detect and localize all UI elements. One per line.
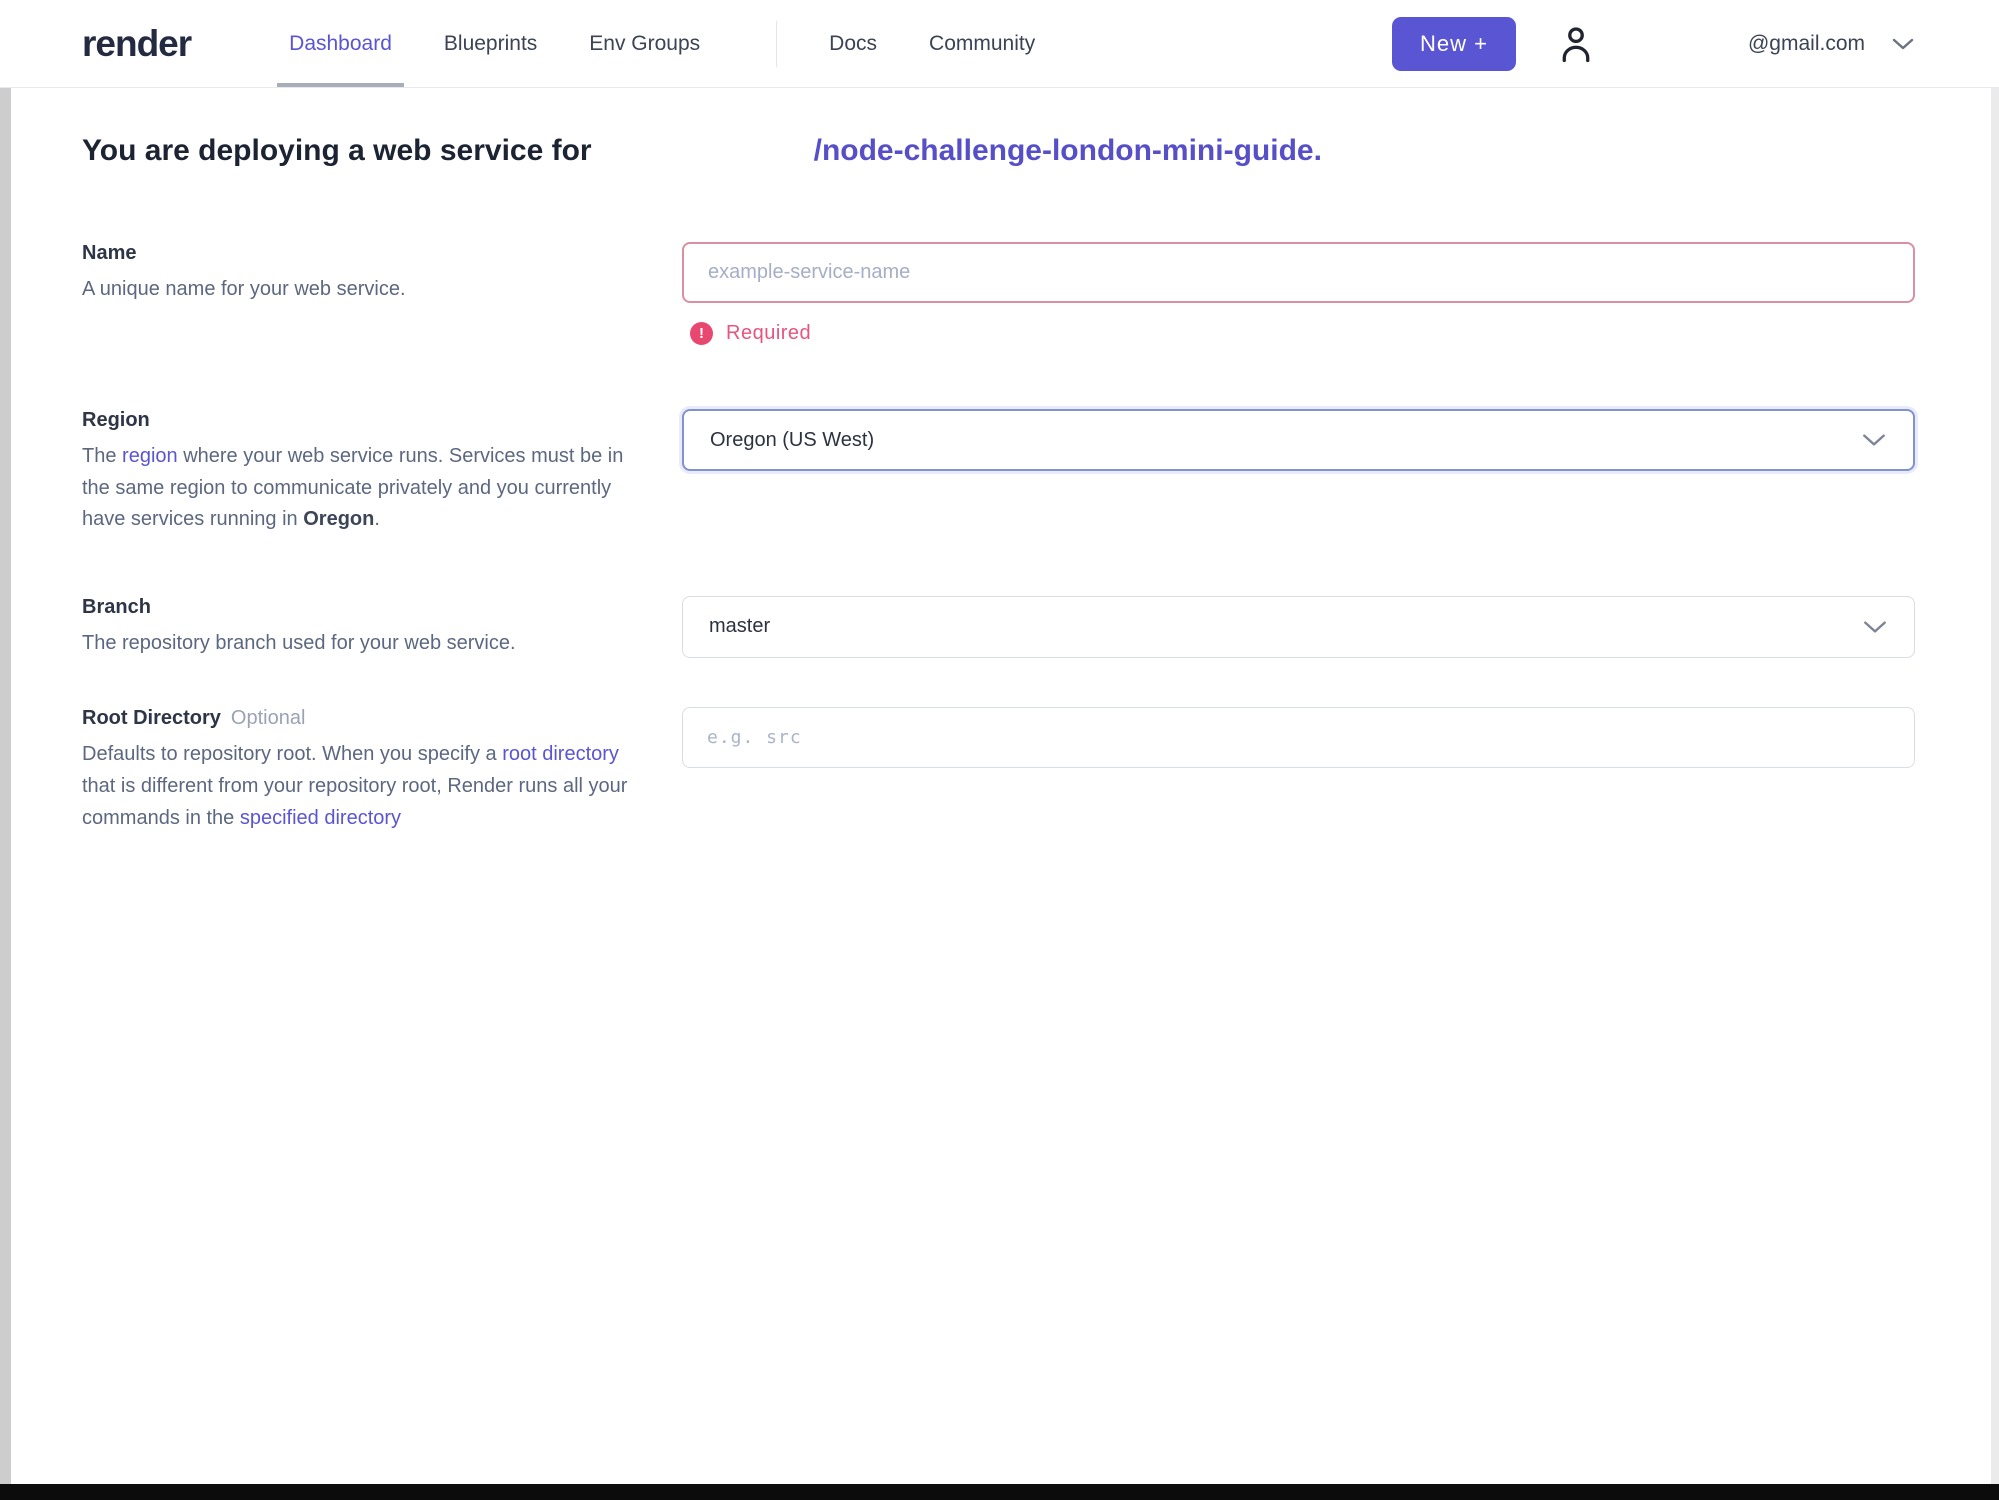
region-current: Oregon [303, 508, 375, 531]
bottom-bar [0, 1484, 1999, 1500]
region-label: Region [82, 409, 150, 431]
person-icon [1554, 21, 1598, 67]
nav-item-label: Docs [829, 31, 878, 55]
account-email: @gmail.com [1747, 31, 1865, 55]
root-desc-text: Defaults to repository root. When you sp… [82, 743, 503, 766]
nav-item-label: Env Groups [589, 31, 701, 55]
repo-link[interactable]: /node-challenge-london-mini-guide [814, 134, 1314, 168]
page-right-edge [1991, 70, 1999, 1500]
root-directory-field-info: Root Directory Optional Defaults to repos… [82, 707, 682, 834]
name-error-message: ! Required [682, 322, 1915, 345]
name-description: A unique name for your web service. [82, 278, 406, 300]
root-directory-docs-link[interactable]: root directory [502, 743, 619, 765]
nav-item-blueprints[interactable]: Blueprints [444, 0, 537, 87]
region-field-info: Region The region where your web service… [82, 409, 682, 536]
page-title-suffix: . [1313, 134, 1322, 167]
new-button[interactable]: New + [1392, 16, 1516, 71]
chevron-down-icon [1891, 37, 1915, 51]
deploy-form: You are deploying a web service for /nod… [0, 134, 1999, 834]
branch-field-info: Branch The repository branch used for yo… [82, 596, 682, 660]
account-menu[interactable]: @gmail.com [1748, 32, 1915, 56]
root-directory-description: Defaults to repository root. When you sp… [82, 739, 648, 834]
branch-field-row: Branch The repository branch used for yo… [82, 595, 1915, 660]
root-directory-input[interactable] [682, 707, 1915, 769]
active-tab-indicator [277, 83, 404, 87]
branch-select[interactable]: master [682, 595, 1915, 658]
page-title: You are deploying a web service for /nod… [82, 134, 1915, 168]
name-label: Name [82, 242, 137, 264]
region-select[interactable]: Oregon (US West) [682, 409, 1915, 471]
nav-item-label: Dashboard [289, 31, 392, 55]
region-desc-text: The [82, 445, 123, 467]
account-icon-button[interactable] [1554, 21, 1598, 67]
region-field-control: Oregon (US West) [682, 409, 1915, 471]
name-field-row: Name A unique name for your web service.… [82, 242, 1915, 345]
page-title-prefix: You are deploying a web service for [82, 134, 592, 167]
nav-item-label: Community [929, 31, 1036, 55]
nav-item-dashboard[interactable]: Dashboard [277, 0, 404, 87]
name-field-info: Name A unique name for your web service. [82, 242, 682, 306]
root-directory-field-row: Root Directory Optional Defaults to repos… [82, 707, 1915, 834]
nav-item-env-groups[interactable]: Env Groups [589, 0, 700, 87]
region-description: The region where your web service runs. … [82, 441, 648, 536]
nav-item-community[interactable]: Community [929, 0, 1035, 87]
chevron-down-icon [1861, 432, 1887, 448]
root-directory-label: Root Directory Optional [82, 707, 648, 730]
nav-item-docs[interactable]: Docs [829, 0, 877, 87]
region-desc-text: . [374, 508, 380, 531]
name-field-control: ! Required [682, 242, 1915, 345]
name-error-text: Required [726, 322, 812, 344]
branch-field-control: master [682, 595, 1915, 658]
region-field-row: Region The region where your web service… [82, 409, 1915, 536]
optional-tag: Optional [230, 707, 306, 730]
page-left-edge [0, 70, 11, 1500]
branch-select-value: master [709, 615, 771, 638]
nav-divider [776, 20, 778, 67]
specified-directory-docs-link[interactable]: specified directory [240, 807, 401, 829]
branch-description: The repository branch used for your web … [82, 631, 516, 654]
top-nav-bar: render Dashboard Blueprints Env Groups D… [0, 0, 1999, 88]
root-directory-label-text: Root Directory [82, 707, 221, 730]
render-logo[interactable]: render [82, 23, 192, 65]
exclamation-circle-icon: ! [690, 322, 713, 345]
header-right-controls: New + @gmail.com [1392, 16, 1915, 71]
branch-label: Branch [82, 595, 151, 618]
nav-item-label: Blueprints [443, 31, 538, 55]
new-button-label: New + [1420, 30, 1488, 56]
primary-nav: Dashboard Blueprints Env Groups Docs Com… [277, 0, 1087, 87]
region-select-value: Oregon (US West) [710, 428, 875, 451]
root-directory-field-control [682, 707, 1915, 769]
name-input[interactable] [682, 242, 1915, 303]
region-docs-link[interactable]: region [122, 445, 178, 467]
chevron-down-icon [1862, 619, 1888, 635]
